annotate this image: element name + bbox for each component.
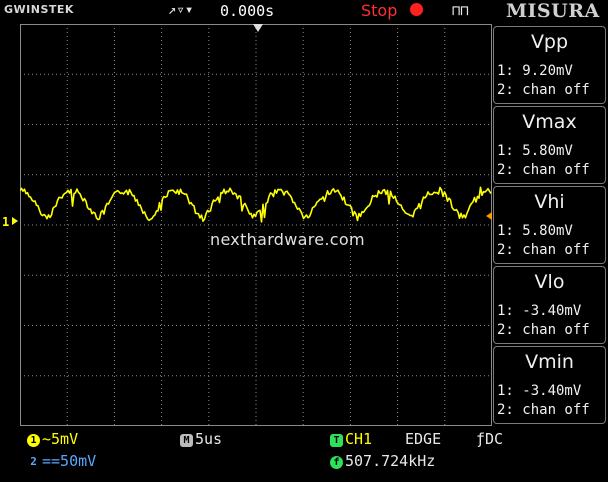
- measurement-ch2-value: 2: chan off: [497, 82, 590, 98]
- measurement-title: Vmax: [522, 111, 577, 133]
- horizontal-scale-value: 5us: [195, 430, 223, 448]
- measurement-vmax[interactable]: Vmax 1: 5.80mV 2: chan off: [493, 106, 606, 184]
- measurement-title: Vhi: [534, 191, 565, 213]
- measurement-vpp[interactable]: Vpp 1: 9.20mV 2: chan off: [493, 26, 606, 104]
- trigger-badge-icon: T: [330, 434, 343, 447]
- oscilloscope-screen: GWINSTEK ↗▿▾ 0.000s Stop ⊓⊓ MISURA 1 nex…: [0, 0, 608, 482]
- trigger-source-value: CH1: [345, 430, 373, 448]
- trigger-coupling[interactable]: ƒDC: [476, 430, 503, 448]
- trigger-level-marker[interactable]: [486, 212, 492, 220]
- trigger-type[interactable]: EDGE: [405, 430, 441, 448]
- measurement-vlo[interactable]: Vlo 1: -3.40mV 2: chan off: [493, 266, 606, 344]
- frequency-value: 507.724kHz: [345, 452, 436, 470]
- measurement-ch1-value: 1: -3.40mV: [497, 303, 582, 319]
- measurement-title: Vlo: [534, 271, 565, 293]
- bottom-status-bar: 1 ~5mV 2 ==50mV M 5us T CH1 EDGE ƒDC f 507.72…: [0, 426, 608, 482]
- measurement-ch1-value: 1: 9.20mV: [497, 63, 573, 79]
- brand-logo: GWINSTEK: [4, 3, 74, 16]
- ch2-scale-value: ==50mV: [42, 452, 97, 470]
- run-status[interactable]: Stop: [361, 1, 397, 20]
- ch1-badge-icon: 1: [27, 434, 40, 447]
- frequency-counter: f 507.724kHz: [330, 452, 435, 470]
- frequency-badge-icon: f: [330, 456, 343, 469]
- measurement-title: Vpp: [530, 31, 569, 53]
- timebase-offset: 0.000s: [220, 2, 275, 20]
- measurement-ch2-value: 2: chan off: [497, 242, 590, 258]
- measurement-ch2-value: 2: chan off: [497, 402, 590, 418]
- ch1-scale-value: ~5mV: [42, 430, 79, 448]
- measurement-ch1-value: 1: 5.80mV: [497, 143, 573, 159]
- main-timebase-icon: M: [180, 434, 193, 447]
- measurement-ch1-value: 1: -3.40mV: [497, 383, 582, 399]
- acquire-mode-icon: ⊓⊓: [452, 3, 469, 19]
- trigger-source[interactable]: T CH1: [330, 430, 372, 448]
- trigger-mode-icon: ↗▿▾: [168, 2, 194, 18]
- stop-indicator-icon: [410, 3, 423, 16]
- watermark: nexthardware.com: [210, 230, 365, 249]
- measurement-ch2-value: 2: chan off: [497, 322, 590, 338]
- measurement-ch2-value: 2: chan off: [497, 162, 590, 178]
- graticule: [20, 24, 492, 426]
- horizontal-scale[interactable]: M 5us: [180, 430, 222, 448]
- ch1-ground-marker[interactable]: 1: [2, 215, 9, 229]
- misura-label: MISURA: [506, 0, 600, 22]
- ch2-scale[interactable]: 2 ==50mV: [27, 452, 96, 470]
- trigger-position-marker[interactable]: [253, 24, 263, 32]
- measurement-title: Vmin: [525, 351, 574, 373]
- measurement-vmin[interactable]: Vmin 1: -3.40mV 2: chan off: [493, 346, 606, 424]
- measurement-vhi[interactable]: Vhi 1: 5.80mV 2: chan off: [493, 186, 606, 264]
- top-status-bar: GWINSTEK ↗▿▾ 0.000s Stop ⊓⊓ MISURA: [0, 0, 608, 24]
- ch1-scale[interactable]: 1 ~5mV: [27, 430, 78, 448]
- measurement-ch1-value: 1: 5.80mV: [497, 223, 573, 239]
- ch2-badge-icon: 2: [30, 455, 37, 468]
- ch1-ground-arrow-icon: [12, 217, 18, 225]
